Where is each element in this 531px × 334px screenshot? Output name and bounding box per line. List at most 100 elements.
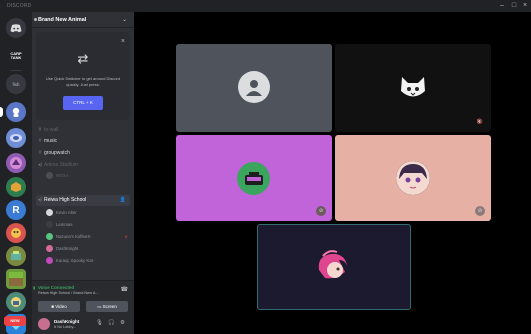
signal-icon: ▮	[33, 285, 36, 290]
server-header[interactable]: Brand New Animal ⌄	[32, 12, 134, 28]
voice-status[interactable]: Voice Connected	[38, 285, 74, 290]
voice-channel-item[interactable]: ◂) Anima Stadium	[36, 160, 130, 171]
guild-separator	[10, 70, 22, 71]
hash-icon: #	[38, 138, 42, 144]
close-icon[interactable]: ×	[520, 1, 530, 11]
video-button[interactable]: ■ Video	[38, 301, 80, 312]
mute-icon: ⊘	[316, 206, 326, 216]
speaker-icon: ◂)	[37, 162, 43, 168]
quick-switcher-shortcut-button[interactable]: CTRL + K	[63, 96, 103, 110]
guild-icon-5[interactable]	[6, 153, 26, 173]
voice-user-name: Nazuna's KoffeeS·	[56, 234, 92, 239]
video-tile-default-avatar[interactable]	[176, 44, 332, 132]
video-tile-anime-girl[interactable]: ⊘	[335, 135, 491, 221]
mute-icon: 🔇	[476, 119, 484, 125]
screen-button-label: Screen	[102, 304, 117, 309]
guild-icon-9[interactable]	[6, 246, 26, 266]
titlebar: DISCORD – □ ×	[0, 0, 531, 12]
deafened-icon: ⨯	[124, 234, 128, 239]
close-icon[interactable]: ×	[121, 38, 125, 45]
channel-label: Anima Stadium	[44, 162, 78, 168]
pink-character-avatar-icon	[314, 249, 352, 285]
avatar	[46, 221, 53, 229]
video-stage: 🔇 ⊘ ⊘	[134, 12, 531, 334]
quick-switcher-card: × ⇄ Use Quick Switcher to get around Dis…	[36, 32, 130, 120]
guild-carp-tank-label: CARP TANK	[10, 50, 22, 60]
guild-icon-r[interactable]: R	[6, 200, 26, 220]
avatar	[46, 209, 53, 217]
user-panel: DashKnight # No Lobby... 🎙 🎧 ⚙	[32, 314, 134, 334]
guild-icon-10[interactable]	[6, 269, 26, 289]
unread-pill	[0, 107, 3, 117]
avatar	[46, 245, 53, 253]
channel-item[interactable]: # to-wall	[36, 125, 130, 136]
avatar	[46, 172, 53, 180]
speaker-icon: ◂)	[37, 197, 43, 203]
add-user-icon[interactable]: 👤	[120, 195, 126, 206]
voice-user[interactable]: Lemmas	[46, 220, 130, 230]
voice-user[interactable]: Kuraqi, Spooky Kat ·	[46, 256, 130, 266]
avatar[interactable]	[38, 318, 50, 330]
channel-label: Reiwa High School	[44, 197, 87, 203]
guild-fish[interactable]: fish	[6, 74, 26, 94]
guild-icon-8[interactable]	[6, 223, 26, 243]
video-tile-cat[interactable]: 🔇	[335, 44, 491, 132]
screen-share-button[interactable]: ▭ Screen	[86, 301, 128, 312]
channel-label: groupwatch	[44, 150, 70, 156]
voice-user-name: Kevin Alter	[56, 210, 77, 215]
guild-fish-label: fish	[12, 81, 20, 87]
chevron-down-icon[interactable]: ⌄	[122, 16, 127, 23]
gear-icon[interactable]: ⚙	[120, 320, 125, 326]
voice-user[interactable]: Kevin Alter	[46, 208, 130, 218]
microphone-icon[interactable]: 🎙	[96, 320, 103, 326]
headphones-icon[interactable]: 🎧	[108, 320, 115, 326]
video-tile-radio[interactable]: ⊘	[176, 135, 332, 221]
guild-icon-4[interactable]	[6, 128, 26, 148]
mute-icon: ⊘	[475, 206, 485, 216]
guild-icon-3[interactable]	[6, 102, 26, 122]
home-icon[interactable]	[6, 18, 26, 38]
channel-label: music	[44, 138, 58, 144]
new-badge[interactable]: NEW	[4, 316, 26, 326]
server-list: CARP TANK fish R	[0, 12, 32, 334]
avatar	[46, 233, 53, 241]
app-title: DISCORD	[7, 3, 32, 9]
channel-label: to-wall	[44, 127, 59, 133]
server-name: Brand New Animal	[38, 17, 87, 23]
server-status-dot	[34, 18, 37, 21]
voice-connection-panel: ▮ Voice Connected Reiwa High School / Br…	[32, 280, 134, 314]
voice-location[interactable]: Reiwa High School / Brand New A...	[38, 291, 99, 295]
cat-avatar-icon	[397, 74, 429, 102]
voice-channel-item-active[interactable]: ◂) Reiwa High School 👤	[36, 195, 130, 206]
guild-icon-6[interactable]	[6, 177, 26, 197]
radio-avatar-icon	[237, 162, 270, 195]
guild-carp-tank[interactable]: CARP TANK	[6, 46, 26, 66]
guild-r-label: R	[12, 204, 20, 216]
voice-user-name: MOXA	[56, 173, 69, 178]
disconnect-icon[interactable]: ☎	[121, 286, 128, 293]
avatar	[46, 257, 53, 265]
user-name: DashKnight	[54, 319, 80, 324]
voice-user-name: Kuraqi, Spooky Kat ·	[56, 258, 96, 263]
video-button-label: Video	[55, 304, 67, 309]
video-tile-focused[interactable]	[257, 224, 411, 310]
anime-girl-avatar-icon	[396, 161, 430, 195]
channel-item[interactable]: # groupwatch	[36, 148, 130, 159]
guild-icon-11[interactable]	[6, 292, 26, 312]
quick-switcher-description: Use Quick Switcher to get around Discord…	[45, 76, 121, 87]
user-status: # No Lobby...	[54, 325, 77, 329]
swap-arrows-icon: ⇄	[77, 51, 89, 66]
voice-user[interactable]: DashKnight	[46, 244, 130, 254]
voice-user-name: Lemmas	[56, 222, 73, 227]
channel-item[interactable]: # music	[36, 136, 130, 147]
hash-icon: #	[38, 150, 42, 156]
maximize-icon[interactable]: □	[509, 1, 519, 11]
voice-user[interactable]: MOXA	[46, 171, 130, 181]
default-avatar-icon	[238, 71, 270, 103]
voice-user-name: DashKnight	[56, 246, 79, 251]
hash-icon: #	[38, 127, 42, 133]
voice-user[interactable]: Nazuna's KoffeeS· ⨯	[46, 232, 130, 242]
discord-window: DISCORD – □ × CARP TANK fish R NEW Brand…	[0, 0, 531, 334]
channel-sidebar: Brand New Animal ⌄ × ⇄ Use Quick Switche…	[32, 12, 134, 334]
minimize-icon[interactable]: –	[497, 1, 507, 11]
